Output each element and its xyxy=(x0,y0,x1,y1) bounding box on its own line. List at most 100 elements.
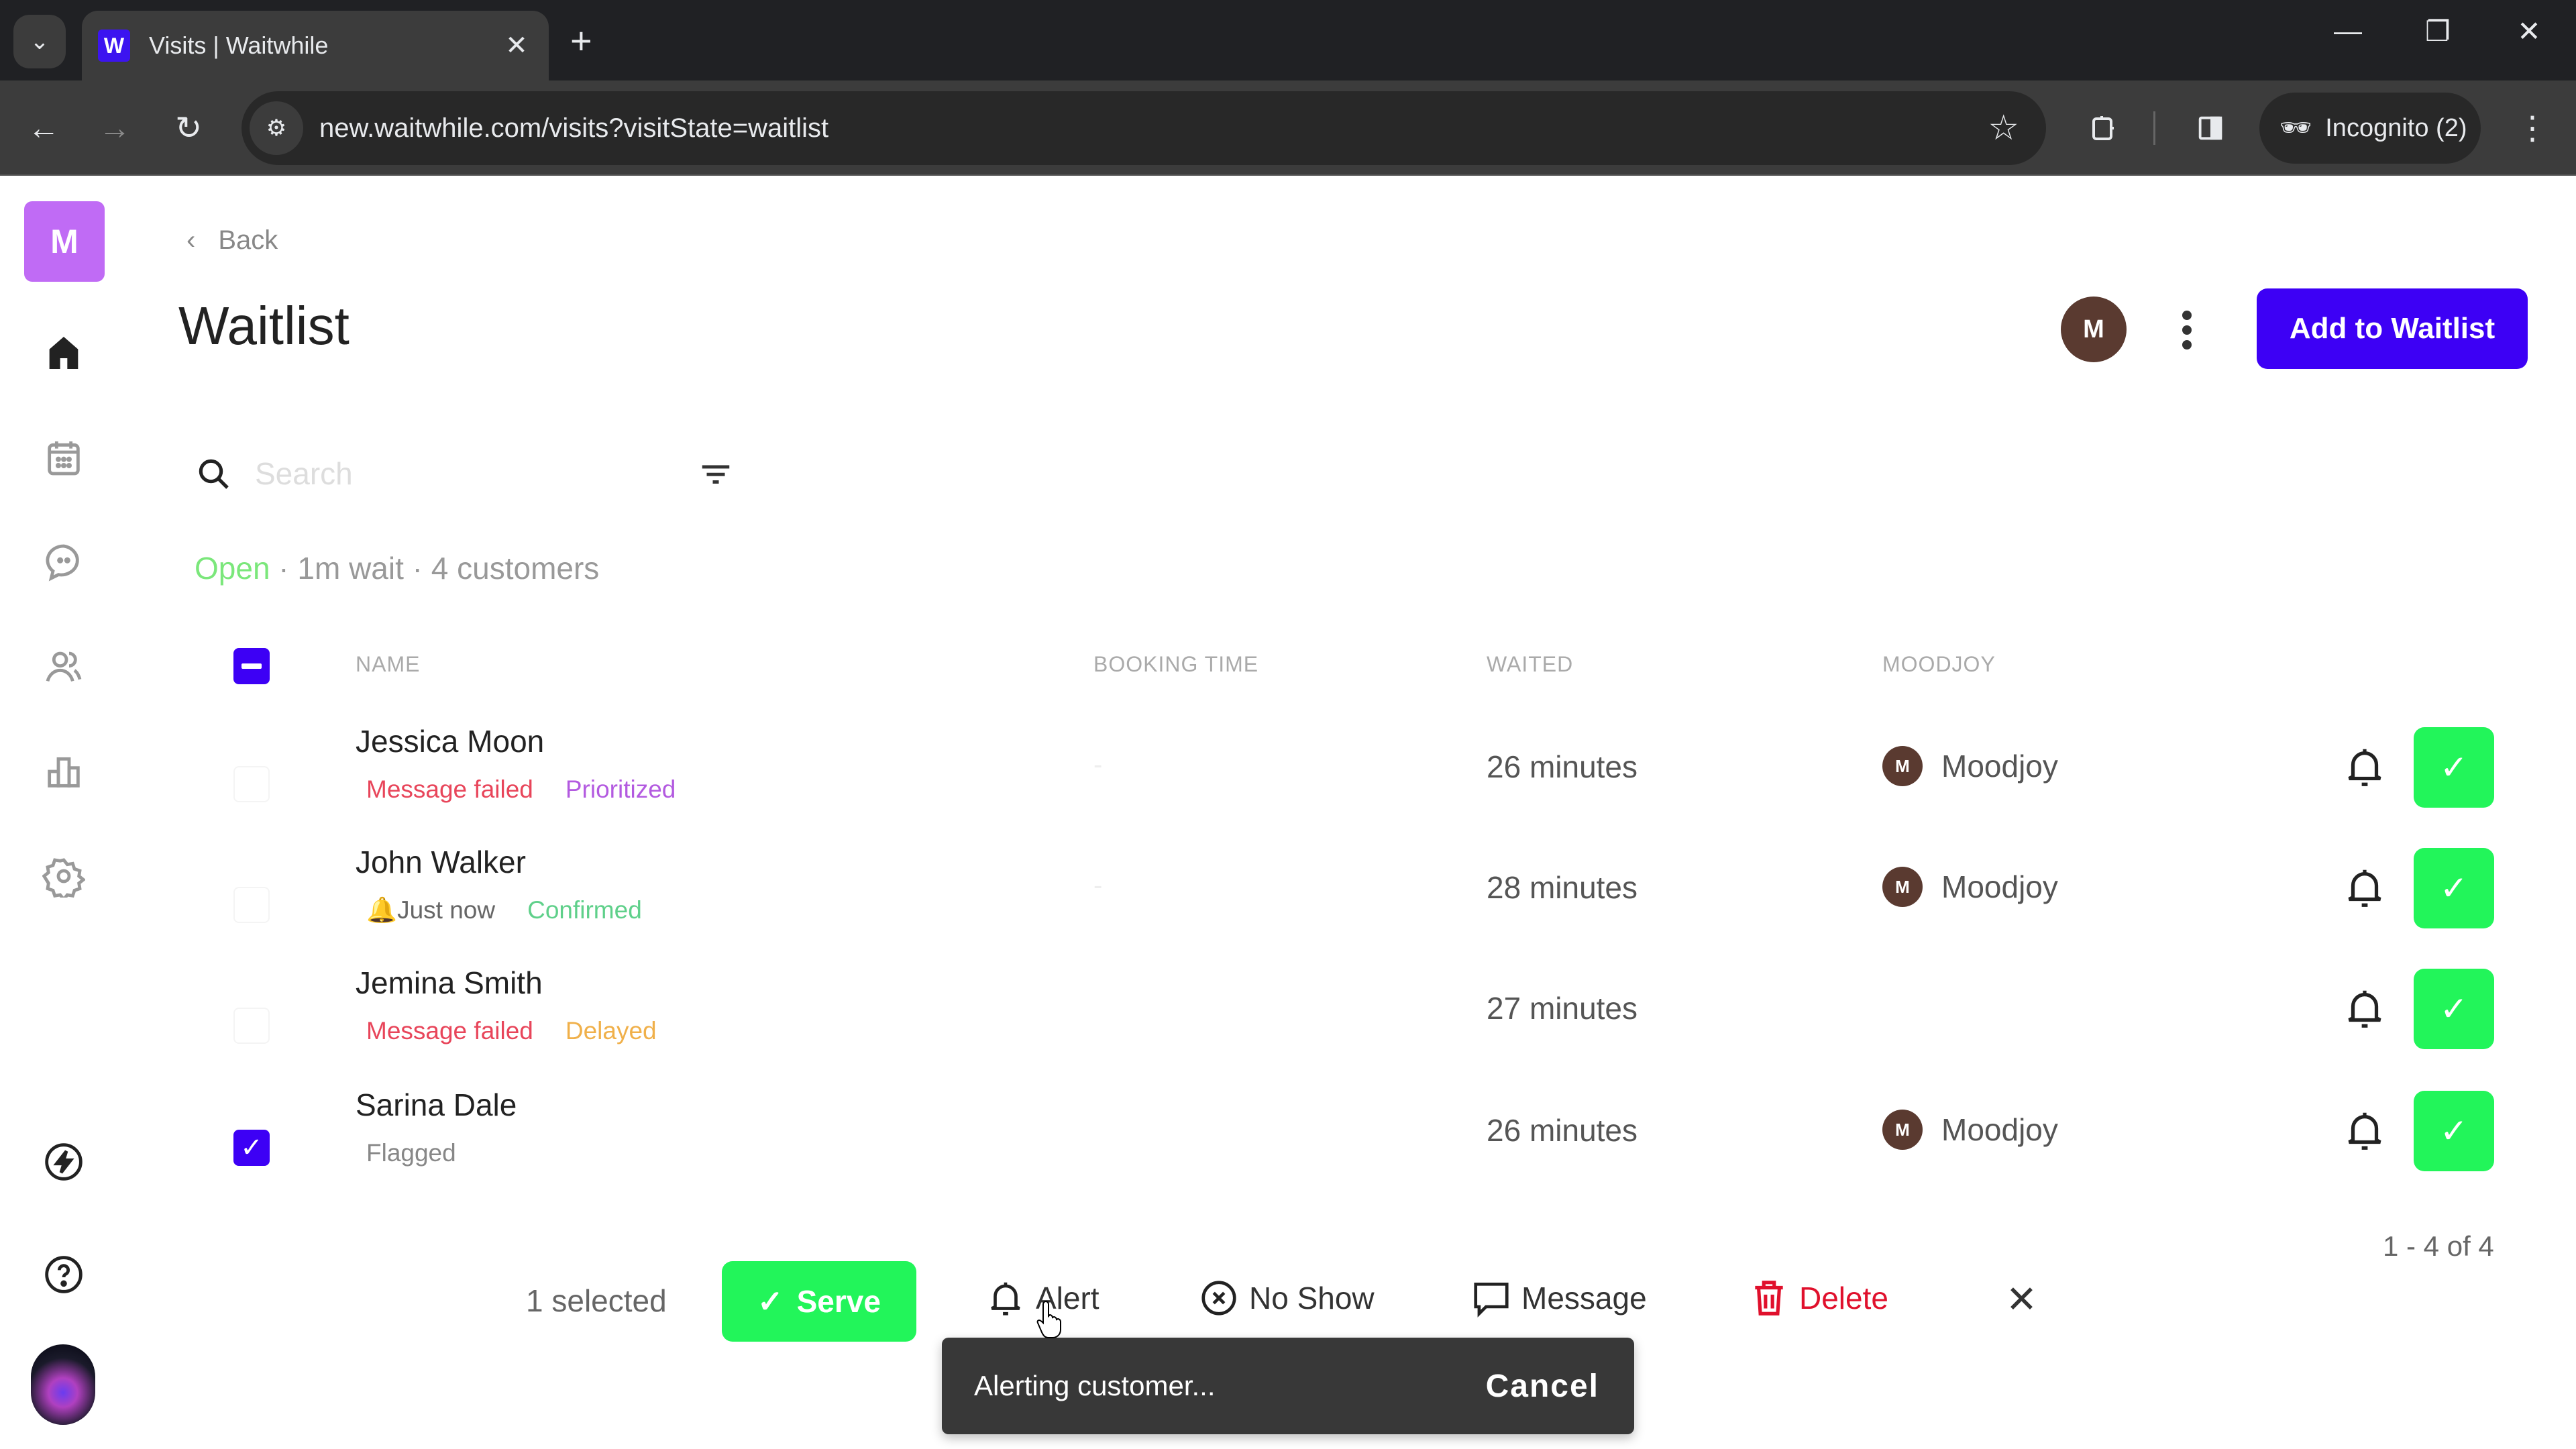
customer-name[interactable]: Jessica Moon xyxy=(356,723,544,759)
user-avatar[interactable]: M xyxy=(2061,297,2127,362)
indeterminate-minus-icon xyxy=(241,663,262,669)
row-checkbox[interactable] xyxy=(233,887,270,923)
serve-button[interactable]: ✓ xyxy=(2414,727,2494,808)
browser-menu-kebab-icon[interactable]: ⋮ xyxy=(2509,105,2556,152)
chat-icon xyxy=(46,544,79,582)
close-selection-icon[interactable]: ✕ xyxy=(2006,1277,2037,1322)
chevron-left-icon: ‹ xyxy=(186,225,196,255)
browser-toolbar: ← → ↻ ⚙ new.waitwhile.com/visits?visitSt… xyxy=(0,80,2576,176)
select-all-checkbox[interactable] xyxy=(233,648,270,684)
incognito-icon: 🕶 xyxy=(2279,114,2312,142)
toast-cancel-button[interactable]: Cancel xyxy=(1486,1368,1599,1405)
booking-time: - xyxy=(1093,750,1103,780)
serve-button[interactable]: ✓ xyxy=(2414,848,2494,928)
side-panel-icon[interactable] xyxy=(2187,105,2234,152)
alert-bell-icon[interactable] xyxy=(2341,864,2388,911)
row-tags: Message failed Delayed xyxy=(366,1017,657,1045)
tag-just-now-label: Just now xyxy=(397,896,496,924)
table-row[interactable]: John Walker 🔔Just now Confirmed - 28 min… xyxy=(0,829,2576,950)
bulk-delete-button[interactable]: Delete xyxy=(1748,1277,1888,1319)
bell-icon xyxy=(991,1282,1020,1316)
column-header-booking-time[interactable]: BOOKING TIME xyxy=(1093,652,1258,677)
reload-icon[interactable]: ↻ xyxy=(165,105,212,152)
resource-avatar: M xyxy=(1882,867,1923,907)
extensions-puzzle-icon[interactable] xyxy=(2080,105,2127,152)
window-close-icon[interactable]: ✕ xyxy=(2502,15,2556,48)
tag-delayed: Delayed xyxy=(565,1017,657,1044)
page-title: Waitlist xyxy=(178,296,350,356)
booking-time: - xyxy=(1093,871,1103,900)
toast-message: Alerting customer... xyxy=(974,1370,1216,1401)
checkmark-icon: ✓ xyxy=(757,1284,784,1319)
org-logo[interactable]: M xyxy=(24,201,105,282)
tab-close-icon[interactable]: ✕ xyxy=(500,30,533,61)
new-tab-plus-icon[interactable]: + xyxy=(570,19,592,62)
bell-filled-icon: 🔔 xyxy=(366,896,398,924)
filter-icon[interactable] xyxy=(698,456,734,492)
calendar-icon xyxy=(48,441,80,476)
alert-bell-icon[interactable] xyxy=(2341,985,2388,1032)
tag-flagged: Flagged xyxy=(366,1139,456,1167)
x-circle-icon xyxy=(1201,1281,1236,1316)
toolbar-divider xyxy=(2153,111,2155,145)
tab-title: Visits | Waitwhile xyxy=(149,32,329,59)
search-input[interactable] xyxy=(255,455,657,492)
serve-button[interactable]: ✓ xyxy=(2414,969,2494,1049)
tag-message-failed: Message failed xyxy=(366,1017,533,1044)
address-bar[interactable]: ⚙ new.waitwhile.com/visits?visitState=wa… xyxy=(241,91,2046,165)
sidebar-item-calendar[interactable] xyxy=(37,431,91,484)
restore-icon[interactable]: ❐ xyxy=(2411,15,2465,48)
waited-time: 26 minutes xyxy=(1487,749,1638,784)
back-link[interactable]: ‹ Back xyxy=(186,225,278,256)
tab-search-button[interactable]: ⌄ xyxy=(13,15,66,68)
snackbar-toast: Alerting customer... Cancel xyxy=(942,1338,1634,1434)
customer-name[interactable]: Jemina Smith xyxy=(356,965,543,1001)
row-tags: 🔔Just now Confirmed xyxy=(366,896,642,925)
table-row[interactable]: Jemina Smith Message failed Delayed 27 m… xyxy=(0,950,2576,1071)
user-profile-avatar[interactable] xyxy=(31,1344,95,1425)
customer-name[interactable]: Sarina Dale xyxy=(356,1087,517,1123)
incognito-profile-button[interactable]: 🕶 Incognito (2) xyxy=(2259,93,2481,164)
bulk-no-show-button[interactable]: No Show xyxy=(1198,1277,1375,1319)
column-header-waited[interactable]: WAITED xyxy=(1487,652,1573,677)
alert-bell-icon[interactable] xyxy=(2341,1107,2388,1154)
bulk-serve-button[interactable]: ✓ Serve xyxy=(722,1261,916,1342)
resource-avatar: M xyxy=(1882,1110,1923,1150)
minimize-icon[interactable]: — xyxy=(2321,15,2375,47)
sidebar-item-messages[interactable] xyxy=(37,535,91,589)
forward-arrow-icon[interactable]: → xyxy=(91,105,138,152)
customer-name[interactable]: John Walker xyxy=(356,844,526,880)
sidebar-item-customers[interactable] xyxy=(37,640,91,694)
incognito-label: Incognito (2) xyxy=(2325,113,2467,142)
message-label: Message xyxy=(1521,1281,1647,1316)
browser-tab-active[interactable]: W Visits | Waitwhile ✕ xyxy=(82,11,549,80)
resource: M Moodjoy xyxy=(1882,867,2058,907)
waited-time: 28 minutes xyxy=(1487,870,1638,905)
add-to-waitlist-button[interactable]: Add to Waitlist xyxy=(2257,288,2528,369)
bulk-action-bar: 1 selected ✓ Serve Alert No Show Message… xyxy=(0,1261,2576,1342)
resource: M Moodjoy xyxy=(1882,746,2058,786)
queue-status: Open · 1m wait · 4 customers xyxy=(195,550,599,586)
browser-tab-bar: ⌄ W Visits | Waitwhile ✕ + — ❐ ✕ xyxy=(0,0,2576,80)
sidebar-item-home[interactable] xyxy=(37,326,91,380)
table-row[interactable]: ✓ Sarina Dale Flagged 26 minutes M Moodj… xyxy=(0,1072,2576,1193)
bulk-message-button[interactable]: Message xyxy=(1470,1277,1647,1319)
row-checkbox[interactable] xyxy=(233,1008,270,1044)
bookmark-star-icon[interactable]: ☆ xyxy=(1988,108,2019,148)
table-row[interactable]: Jessica Moon Message failed Prioritized … xyxy=(0,708,2576,829)
users-icon xyxy=(46,651,82,682)
alert-bell-icon[interactable] xyxy=(2341,743,2388,790)
resource-name: Moodjoy xyxy=(1941,1112,2058,1147)
tag-message-failed: Message failed xyxy=(366,775,533,803)
queue-summary: · 1m wait · 4 customers xyxy=(270,551,600,586)
row-checkbox-checked[interactable]: ✓ xyxy=(233,1130,270,1166)
row-checkbox[interactable] xyxy=(233,766,270,802)
more-options-kebab-icon[interactable] xyxy=(2171,303,2203,357)
back-arrow-icon[interactable]: ← xyxy=(20,105,67,152)
checkmark-icon: ✓ xyxy=(2440,990,2468,1028)
url-text[interactable]: new.waitwhile.com/visits?visitState=wait… xyxy=(319,113,1988,144)
column-header-resource[interactable]: MOODJOY xyxy=(1882,652,1996,677)
serve-button[interactable]: ✓ xyxy=(2414,1091,2494,1171)
site-info-icon[interactable]: ⚙ xyxy=(250,101,303,155)
column-header-name[interactable]: NAME xyxy=(356,652,420,677)
